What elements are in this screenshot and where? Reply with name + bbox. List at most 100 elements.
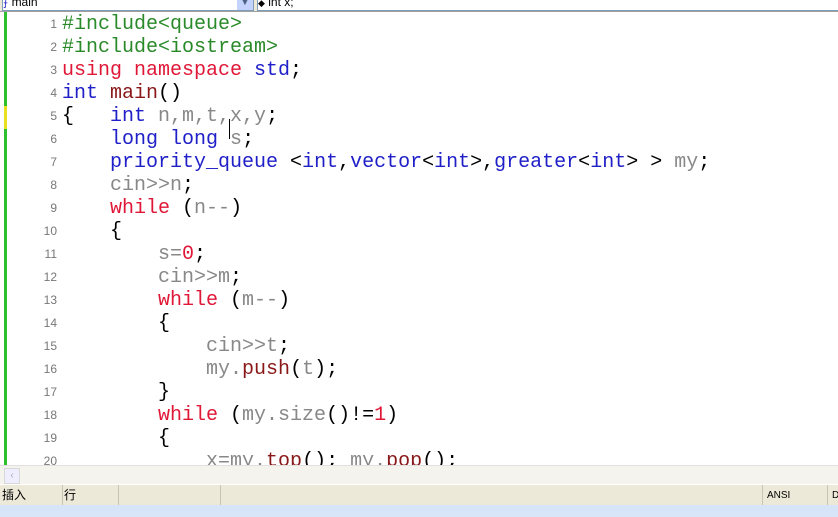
code-token: #include<queue> [62,13,243,36]
code-line[interactable]: s=0; [62,243,206,266]
code-token: ; [242,128,255,151]
code-token: ); [314,358,339,381]
status-bar: 插入 行 ANSI D [0,484,838,506]
member-dropdown[interactable]: ◆ int x; [257,0,838,11]
change-margin [4,12,7,465]
status-extra: D [832,490,838,501]
code-token: , [338,151,351,174]
code-token: n-- [194,197,231,220]
scope-dropdown[interactable]: ⨍ main ▼ [2,0,254,11]
code-token: } [62,381,171,404]
scroll-left-icon[interactable]: ‹ [4,468,20,484]
code-line[interactable]: } [62,381,170,404]
code-line[interactable]: cin>>n; [62,174,194,197]
line-number: 8 [50,178,57,192]
line-number: 9 [50,201,57,215]
code-token: ) [278,289,291,312]
code-token: 1 [374,404,387,427]
line-number: 10 [43,224,57,238]
line-number: 14 [43,316,57,330]
code-line[interactable]: { [62,427,170,450]
code-token: greater [494,151,579,174]
line-number: 13 [43,293,57,307]
code-line[interactable]: { int n,m,t,x,y; [62,105,278,128]
code-line[interactable]: while (m--) [62,289,290,312]
line-number: 2 [50,40,57,54]
code-token: { [62,220,123,243]
chevron-down-icon[interactable]: ▼ [237,0,253,10]
line-number: 1 [50,17,57,31]
code-token: < [578,151,591,174]
scope-dropdown-value: main [11,0,38,9]
line-number: 16 [43,362,57,376]
code-token: my.size [242,404,327,427]
code-token: #include<iostream> [62,36,279,59]
code-token: (); [422,450,459,465]
line-number: 15 [43,339,57,353]
line-number: 5 [50,109,57,123]
code-token: while [110,197,183,220]
code-token: ( [230,404,243,427]
code-token: { [62,427,171,450]
member-icon: ◆ [258,0,265,8]
code-token: vector [350,151,423,174]
code-token: while [158,404,231,427]
toolbar: ⨍ main ▼ ◆ int x; [0,0,838,12]
line-number: 12 [43,270,57,284]
code-token: > > [626,151,675,174]
code-token: ; [278,335,291,358]
line-indicator: 行 [62,485,119,506]
line-number: 17 [43,385,57,399]
line-number: 20 [43,454,57,465]
code-token: top [266,450,303,465]
code-token: while [158,289,231,312]
code-line[interactable]: { [62,220,122,243]
code-line[interactable]: using namespace std; [62,59,302,82]
code-token: main [110,82,159,105]
code-token: using namespace [62,59,255,82]
code-line[interactable]: while (my.size()!=1) [62,404,398,427]
code-token: long long [110,128,231,151]
code-line[interactable]: long long s; [62,128,254,151]
code-line[interactable]: #include<iostream> [62,36,278,59]
line-number: 6 [50,132,57,146]
code-token: my. [206,358,243,381]
code-editor[interactable]: 1 #include<queue> 2 #include<iostream> 3 usin… [0,12,838,465]
code-token: pop [386,450,423,465]
status-cell [220,485,763,506]
horizontal-scrollbar[interactable]: ‹ [0,465,838,484]
code-line[interactable]: #include<queue> [62,13,242,36]
code-token: cin>>m [158,266,231,289]
code-line[interactable]: cin>>m; [62,266,242,289]
code-token: int [302,151,339,174]
code-token: t [302,358,315,381]
code-token: (); [302,450,351,465]
code-token: m-- [242,289,279,312]
code-line[interactable]: cin>>t; [62,335,290,358]
code-line[interactable]: int main() [62,82,182,105]
code-line[interactable]: priority_queue <int,vector<int>,greater<… [62,151,710,174]
code-token: ( [290,358,303,381]
code-token: ; [266,105,279,128]
code-line[interactable]: while (n--) [62,197,242,220]
line-number: 18 [43,408,57,422]
code-token: my. [350,450,387,465]
status-cell [118,485,221,506]
code-token: < [422,151,435,174]
code-token: ; [230,266,243,289]
code-line[interactable]: x=my.top(); my.pop(); [62,450,458,465]
encoding-indicator: ANSI [765,485,828,506]
code-token: ; [194,243,207,266]
code-token: int [590,151,627,174]
code-token: 0 [182,243,195,266]
code-token: ( [230,289,243,312]
code-token: < [290,151,303,174]
code-line[interactable]: my.push(t); [62,358,338,381]
code-line[interactable]: { [62,312,170,335]
code-token: s= [158,243,183,266]
code-token: cin>>n [110,174,183,197]
